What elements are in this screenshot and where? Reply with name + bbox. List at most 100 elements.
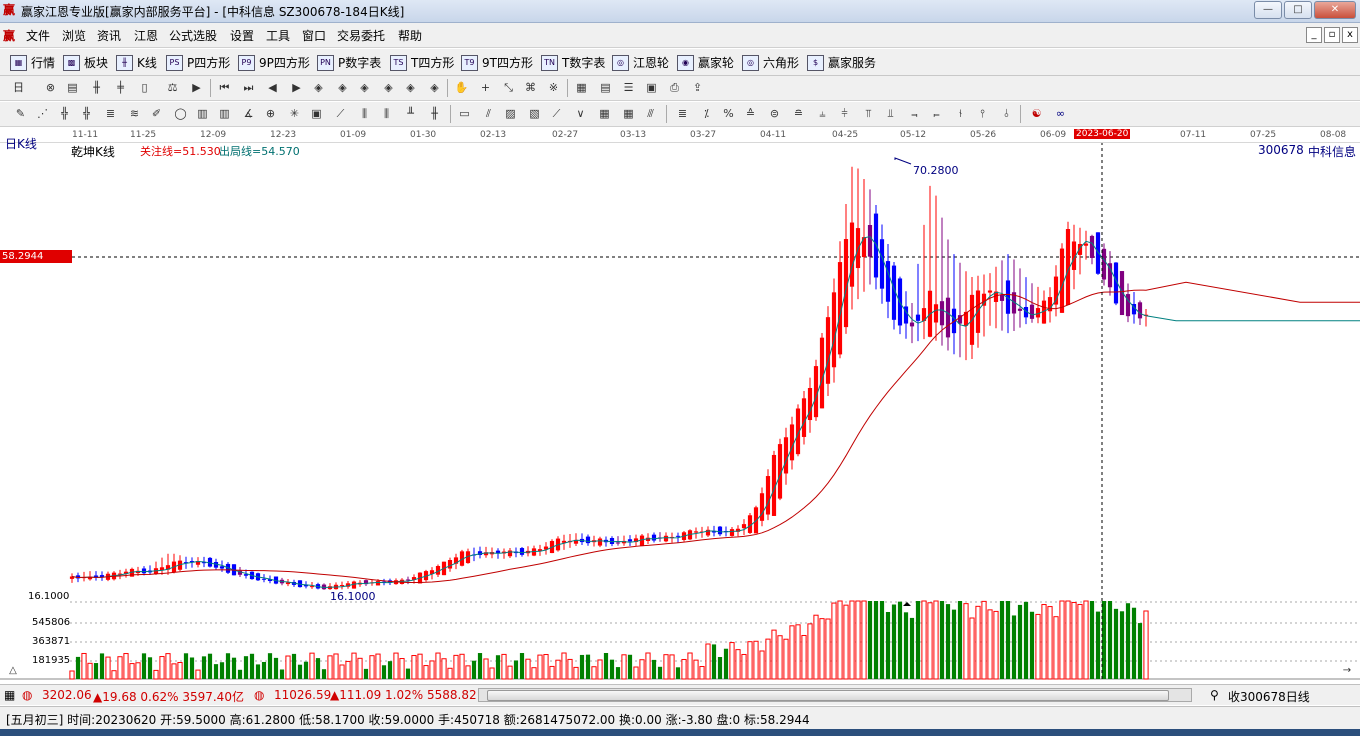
angle-icon[interactable]: ∡ <box>240 105 257 122</box>
horizontal-scrollbar[interactable] <box>478 688 1192 702</box>
func-kline[interactable]: ╫ K线 <box>116 54 157 71</box>
close-button[interactable]: ✕ <box>1314 1 1356 19</box>
collapse-up-icon[interactable]: △ <box>4 664 22 678</box>
flag-icon[interactable]: ▶ <box>188 79 205 96</box>
list-icon[interactable]: ☰ <box>620 79 637 96</box>
percent-line-icon[interactable]: ⁒ <box>698 105 715 122</box>
waves-icon[interactable]: ≋ <box>126 105 143 122</box>
zoom-icon[interactable]: ⤡ <box>500 79 517 96</box>
rect-icon[interactable]: ▭ <box>456 105 473 122</box>
mdi-close-button[interactable]: x <box>1342 27 1358 43</box>
mdi-minimize-button[interactable]: _ <box>1306 27 1322 43</box>
scrollbar-thumb[interactable] <box>487 690 1169 701</box>
menu-formula[interactable]: 公式选股 <box>169 27 217 44</box>
fan-icon[interactable]: ⋰ <box>34 105 51 122</box>
func-winner-wheel[interactable]: ◉ 赢家轮 <box>677 54 734 71</box>
cycle2-icon[interactable]: ⫼ <box>378 105 395 122</box>
gold4-icon[interactable]: ⫨ <box>814 105 831 122</box>
overlay-icon[interactable]: ⊗ <box>42 79 59 96</box>
menu-file[interactable]: 文件 <box>26 27 50 44</box>
func-9p-square[interactable]: P9 9P四方形 <box>238 54 310 71</box>
diamond2-icon[interactable]: ◈ <box>334 79 351 96</box>
formula-icon[interactable]: ⚖ <box>164 79 181 96</box>
percent-icon[interactable]: % <box>720 105 737 122</box>
print-icon[interactable]: ⎙ <box>666 79 683 96</box>
gold2-icon[interactable]: ⊜ <box>766 105 783 122</box>
func-service[interactable]: $ 赢家服务 <box>807 54 876 71</box>
box-icon[interactable]: ▣ <box>308 105 325 122</box>
func-p-table[interactable]: PN P数字表 <box>317 54 381 71</box>
func-p-square[interactable]: PS P四方形 <box>166 54 230 71</box>
circle-icon[interactable]: ◯ <box>172 105 189 122</box>
infinity-icon[interactable]: ∞ <box>1052 105 1069 122</box>
calc-icon[interactable]: ▦ <box>4 688 15 702</box>
gold5-icon[interactable]: ⫩ <box>836 105 853 122</box>
func-t-table[interactable]: TN T数字表 <box>541 54 605 71</box>
star-icon[interactable]: ✳ <box>286 105 303 122</box>
calendar-icon[interactable]: ▦ <box>573 79 590 96</box>
func-blocks[interactable]: ▩ 板块 <box>63 54 108 71</box>
kline-style-icon[interactable]: ╫ <box>88 79 105 96</box>
menu-browse[interactable]: 浏览 <box>62 27 86 44</box>
parallel-icon[interactable]: ≣ <box>102 105 119 122</box>
yinyang-icon[interactable]: ☯ <box>1028 105 1045 122</box>
diamond4-icon[interactable]: ◈ <box>380 79 397 96</box>
brush-icon[interactable]: ✐ <box>148 105 165 122</box>
func-gann-wheel[interactable]: ◎ 江恩轮 <box>612 54 669 71</box>
gold12-icon[interactable]: ⫰ <box>998 105 1015 122</box>
last-icon[interactable]: ⏭ <box>240 79 257 96</box>
grid-line2-icon[interactable]: ╬ <box>78 105 95 122</box>
period-icon[interactable]: 日 <box>10 79 27 96</box>
net-icon[interactable]: ※ <box>545 79 562 96</box>
comb2-icon[interactable]: ╫ <box>426 105 443 122</box>
table-icon[interactable]: ▤ <box>597 79 614 96</box>
diamond6-icon[interactable]: ◈ <box>426 79 443 96</box>
hatch-icon[interactable]: ▨ <box>502 105 519 122</box>
prev-icon[interactable]: ◀ <box>264 79 281 96</box>
func-t-square[interactable]: TS T四方形 <box>390 54 454 71</box>
gold7-icon[interactable]: ⫫ <box>882 105 899 122</box>
func-9t-square[interactable]: T9 9T四方形 <box>461 54 533 71</box>
diamond5-icon[interactable]: ◈ <box>402 79 419 96</box>
gold8-icon[interactable]: ⫬ <box>906 105 923 122</box>
diamond1-icon[interactable]: ◈ <box>310 79 327 96</box>
grid-line-icon[interactable]: ╬ <box>56 105 73 122</box>
gold11-icon[interactable]: ⫯ <box>974 105 991 122</box>
minimize-button[interactable]: — <box>1254 1 1282 19</box>
cycle-icon[interactable]: ⫼ <box>356 105 373 122</box>
pin-icon[interactable]: ⚲ <box>1210 688 1219 702</box>
menu-tools[interactable]: 工具 <box>266 27 290 44</box>
gold10-icon[interactable]: ⫮ <box>952 105 969 122</box>
ruler-icon[interactable]: ≣ <box>674 105 691 122</box>
save-icon[interactable]: ▣ <box>643 79 660 96</box>
document-icon[interactable]: ▤ <box>64 79 81 96</box>
lines-icon[interactable]: ⫻ <box>642 105 659 122</box>
first-icon[interactable]: ⏮ <box>216 79 233 96</box>
diamond3-icon[interactable]: ◈ <box>356 79 373 96</box>
slash-icon[interactable]: ⫽ <box>480 105 497 122</box>
kline-chart-svg[interactable] <box>0 128 1360 682</box>
arrow-right-icon[interactable]: → <box>1338 664 1356 678</box>
gold1-icon[interactable]: ≙ <box>742 105 759 122</box>
menu-settings[interactable]: 设置 <box>230 27 254 44</box>
stamp-icon[interactable]: ⌘ <box>522 79 539 96</box>
menu-gann[interactable]: 江恩 <box>134 27 158 44</box>
kline-chart[interactable]: 11-11 11-25 12-09 12-23 01-09 01-30 02-13 02-27… <box>0 128 1360 682</box>
mdi-restore-button[interactable]: ▫ <box>1324 27 1340 43</box>
menu-help[interactable]: 帮助 <box>398 27 422 44</box>
export-icon[interactable]: ⇪ <box>689 79 706 96</box>
gold3-icon[interactable]: ≘ <box>790 105 807 122</box>
menu-trade[interactable]: 交易委托 <box>337 27 385 44</box>
vshape-icon[interactable]: ∨ <box>572 105 589 122</box>
bar-style-icon[interactable]: ▯ <box>136 79 153 96</box>
menu-window[interactable]: 窗口 <box>302 27 326 44</box>
maximize-button[interactable]: □ <box>1284 1 1312 19</box>
func-hexagon[interactable]: ◎ 六角形 <box>742 54 799 71</box>
pen-icon[interactable]: ✎ <box>12 105 29 122</box>
hatch2-icon[interactable]: ▧ <box>526 105 543 122</box>
matrix2-icon[interactable]: ▦ <box>620 105 637 122</box>
menu-info[interactable]: 资讯 <box>97 27 121 44</box>
crosshair-icon[interactable]: + <box>477 79 494 96</box>
trend-icon[interactable]: ⟋ <box>548 105 565 122</box>
gold6-icon[interactable]: ⫪ <box>860 105 877 122</box>
